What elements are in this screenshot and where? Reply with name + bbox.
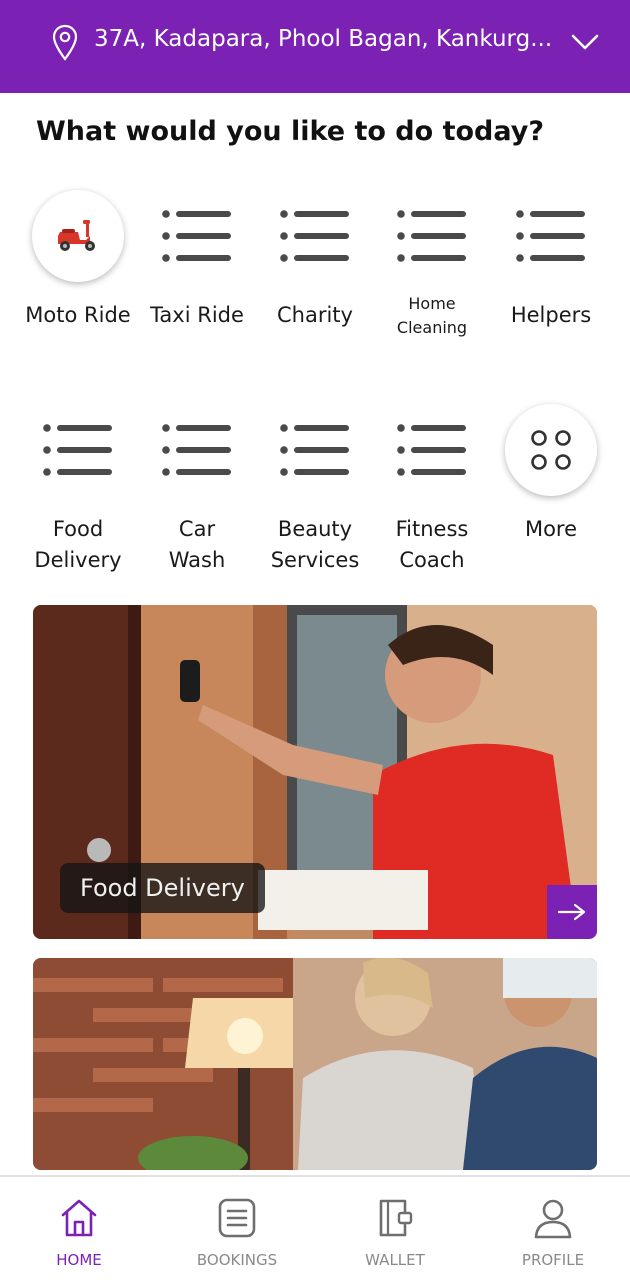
service-moto-ride[interactable]: Moto Ride (19, 190, 137, 331)
service-photo (33, 958, 597, 1170)
list-icon (162, 210, 231, 262)
nav-wallet[interactable]: WALLET (316, 1177, 474, 1280)
banner-arrow-button[interactable] (547, 885, 597, 939)
list-icon (516, 210, 585, 262)
food-delivery-banner[interactable]: Food Delivery (33, 605, 597, 939)
list-icon (280, 424, 349, 476)
more-circle (505, 404, 597, 496)
service-food-delivery[interactable]: Food Delivery (19, 404, 137, 576)
grid-dots-icon (531, 430, 571, 470)
page-title: What would you like to do today? (36, 116, 545, 147)
list-icon (397, 210, 466, 262)
service-label: Taxi Ride (150, 303, 244, 327)
service-banner-2[interactable] (33, 958, 597, 1170)
list-icon (162, 424, 231, 476)
service-more[interactable]: More (492, 404, 610, 545)
service-label: Car Wash (168, 517, 226, 572)
bookings-icon (218, 1198, 256, 1238)
moto-ride-circle (32, 190, 124, 282)
service-label: Home Cleaning (396, 294, 468, 337)
service-home-cleaning[interactable]: Home Cleaning (373, 190, 491, 340)
wallet-icon (379, 1199, 413, 1237)
nav-bookings[interactable]: BOOKINGS (158, 1177, 316, 1280)
chevron-down-icon[interactable] (570, 30, 600, 54)
service-label: Moto Ride (25, 303, 131, 327)
bottom-navigation: HOME BOOKINGS WALLET PROFILE (0, 1175, 630, 1280)
nav-label: BOOKINGS (196, 1251, 278, 1269)
profile-icon (534, 1199, 572, 1239)
service-taxi-ride[interactable]: Taxi Ride (138, 190, 256, 331)
nav-home[interactable]: HOME (0, 1177, 158, 1280)
address-text[interactable]: 37A, Kadapara, Phool Bagan, Kankurg... (94, 26, 564, 52)
banner-label: Food Delivery (60, 863, 265, 913)
list-icon (280, 210, 349, 262)
list-icon (397, 424, 466, 476)
service-label: More (524, 517, 578, 541)
nav-label: HOME (56, 1251, 102, 1269)
nav-label: PROFILE (521, 1251, 585, 1269)
service-label: Food Delivery (34, 517, 122, 572)
service-helpers[interactable]: Helpers (492, 190, 610, 331)
service-label: Charity (277, 303, 353, 327)
service-car-wash[interactable]: Car Wash (138, 404, 256, 576)
location-pin-icon (52, 24, 78, 61)
service-charity[interactable]: Charity (256, 190, 374, 331)
scooter-icon (58, 220, 95, 251)
location-header[interactable]: 37A, Kadapara, Phool Bagan, Kankurg... (0, 0, 630, 93)
nav-profile[interactable]: PROFILE (474, 1177, 630, 1280)
list-icon (43, 424, 112, 476)
service-label: Fitness Coach (395, 517, 469, 572)
service-beauty-services[interactable]: Beauty Services (256, 404, 374, 576)
home-icon (61, 1199, 97, 1237)
arrow-right-icon (557, 903, 586, 921)
nav-label: WALLET (365, 1251, 425, 1269)
service-fitness-coach[interactable]: Fitness Coach (373, 404, 491, 576)
service-label: Beauty Services (270, 517, 360, 572)
service-label: Helpers (510, 303, 592, 327)
